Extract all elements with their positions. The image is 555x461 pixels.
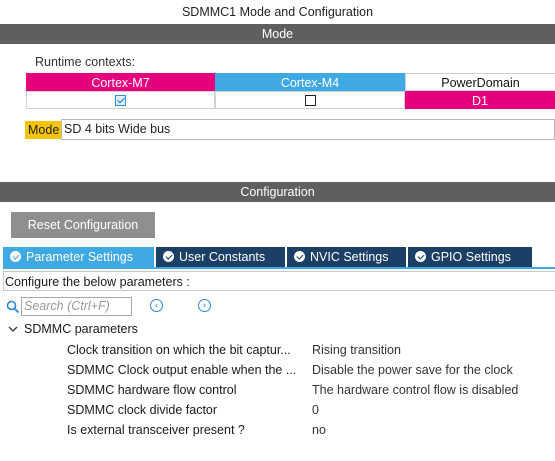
mode-label: Mode [25, 121, 63, 139]
check-circle-icon [163, 251, 174, 263]
context-header-powerdomain: PowerDomain [405, 73, 555, 91]
configure-instructions: Configure the below parameters : [3, 271, 555, 291]
mode-section-header[interactable]: Mode [0, 24, 555, 44]
tab-label: GPIO Settings [431, 250, 511, 264]
search-next-icon[interactable]: › [198, 299, 211, 312]
param-name[interactable]: Is external transceiver present ? [67, 423, 245, 437]
param-name[interactable]: Clock transition on which the bit captur… [67, 343, 291, 357]
check-circle-icon [294, 251, 305, 263]
reset-configuration-button[interactable]: Reset Configuration [11, 212, 155, 238]
cortex-m7-checkbox[interactable] [115, 95, 126, 107]
powerdomain-value: D1 [405, 91, 555, 109]
context-cell-cortex-m7 [26, 91, 215, 109]
runtime-contexts-label: Runtime contexts: [35, 55, 136, 69]
tab-user-constants[interactable]: User Constants [156, 247, 285, 267]
context-cell-cortex-m4 [215, 91, 405, 109]
param-value[interactable]: The hardware control flow is disabled [312, 383, 518, 397]
check-circle-icon [415, 251, 426, 263]
parameter-group-label: SDMMC parameters [24, 322, 138, 336]
param-value[interactable]: Disable the power save for the clock [312, 363, 513, 377]
param-value[interactable]: no [312, 423, 326, 437]
search-previous-icon[interactable]: ‹ [150, 299, 163, 312]
tab-label: NVIC Settings [310, 250, 389, 264]
tab-parameter-settings[interactable]: Parameter Settings [3, 247, 154, 267]
window-title: SDMMC1 Mode and Configuration [181, 5, 374, 19]
context-header-cortex-m7: Cortex-M7 [26, 73, 215, 91]
tab-label: User Constants [179, 250, 266, 264]
chevron-down-icon [8, 326, 18, 332]
parameter-group[interactable]: SDMMC parameters [8, 322, 138, 336]
param-name[interactable]: SDMMC clock divide factor [67, 403, 217, 417]
tab-gpio-settings[interactable]: GPIO Settings [408, 247, 532, 267]
tab-label: Parameter Settings [26, 250, 133, 264]
param-value[interactable]: Rising transition [312, 343, 401, 357]
mode-select[interactable]: SD 4 bits Wide bus [61, 119, 555, 140]
search-icon [6, 300, 20, 314]
context-header-cortex-m4: Cortex-M4 [215, 73, 405, 91]
param-value[interactable]: 0 [312, 403, 319, 417]
cortex-m4-checkbox[interactable] [304, 95, 316, 107]
check-circle-icon [10, 251, 21, 263]
configuration-section-header[interactable]: Configuration [0, 182, 555, 202]
tab-nvic-settings[interactable]: NVIC Settings [287, 247, 406, 267]
tab-underline [3, 267, 555, 269]
param-name[interactable]: SDMMC Clock output enable when the ... [67, 363, 296, 377]
param-name[interactable]: SDMMC hardware flow control [67, 383, 237, 397]
search-input[interactable]: Search (Ctrl+F) [21, 297, 132, 316]
